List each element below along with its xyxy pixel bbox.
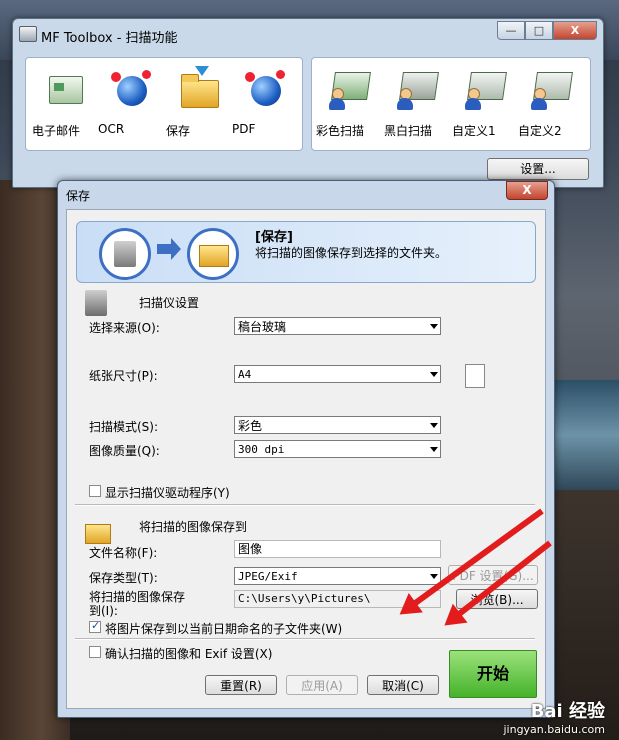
save-tool-label: 保存 — [166, 124, 191, 138]
ocr-tool-button[interactable]: OCR — [98, 68, 164, 144]
scanner-settings-title: 扫描仪设置 — [139, 296, 200, 310]
scanner-circle-icon — [99, 228, 151, 280]
minimize-button[interactable]: — — [497, 21, 525, 40]
close-button[interactable]: X — [553, 21, 597, 40]
paper-size-value: A4 — [238, 368, 252, 381]
pdf-tool-label: PDF — [232, 122, 256, 136]
custom1-label: 自定义1 — [452, 124, 496, 138]
dialog-title: 保存 — [66, 189, 91, 203]
custom2-label: 自定义2 — [518, 124, 562, 138]
scanner-settings-icon — [85, 290, 107, 316]
person-icon — [465, 88, 481, 110]
folder-icon — [199, 245, 229, 267]
bw-scan-label: 黑白扫描 — [384, 124, 433, 138]
source-select[interactable]: 稿台玻璃 — [234, 317, 441, 335]
image-quality-select[interactable]: 300 dpi — [234, 440, 441, 458]
bw-scan-button[interactable]: 黑白扫描 — [384, 68, 450, 144]
watermark-main: Bai 经验 — [530, 701, 605, 722]
person-icon — [397, 88, 413, 110]
save-section-title: 将扫描的图像保存到 — [139, 520, 248, 534]
desktop-water — [549, 380, 619, 490]
watermark-sub: jingyan.baidu.com — [503, 723, 605, 736]
save-folder-icon — [181, 74, 219, 108]
chevron-down-icon — [430, 574, 438, 579]
dialog-body: [保存] 将扫描的图像保存到选择的文件夹。 扫描仪设置 选择来源(O): 稿台玻… — [66, 209, 546, 709]
filename-label: 文件名称(F): — [89, 546, 158, 560]
filetype-value: JPEG/Exif — [238, 570, 298, 583]
section-divider — [75, 638, 535, 640]
app-icon — [19, 26, 37, 42]
email-tool-button[interactable]: 电子邮件 — [32, 68, 98, 144]
filename-input[interactable]: 图像 — [234, 540, 441, 558]
reset-button[interactable]: 重置(R) — [205, 675, 277, 695]
down-arrow-icon — [195, 66, 209, 76]
person-icon — [531, 88, 547, 110]
maximize-button[interactable]: □ — [525, 21, 553, 40]
pdf-icon — [245, 70, 285, 106]
scanner-icon — [114, 241, 136, 267]
save-dialog: 保存 X [保存] 将扫描的图像保存到选择的文件夹。 扫描仪设置 选择来源(O)… — [57, 180, 555, 718]
folder-circle-icon — [187, 228, 239, 280]
chevron-down-icon — [430, 447, 438, 452]
toolbox-title: MF Toolbox - 扫描功能 — [41, 31, 178, 46]
save-banner: [保存] 将扫描的图像保存到选择的文件夹。 — [76, 221, 536, 283]
settings-button[interactable]: 设置... — [487, 158, 589, 180]
pdf-tool-button[interactable]: PDF — [232, 68, 298, 144]
chevron-down-icon — [430, 324, 438, 329]
save-tool-button[interactable]: 保存 — [166, 66, 232, 144]
right-arrow-icon — [157, 238, 181, 260]
confirm-checkbox[interactable] — [89, 646, 101, 658]
scan-mode-select[interactable]: 彩色 — [234, 416, 441, 434]
page-orientation-icon — [465, 364, 485, 388]
scan-mode-label: 扫描模式(S): — [89, 420, 159, 434]
image-quality-value: 300 dpi — [238, 443, 285, 456]
scan-mode-group: 彩色扫描 黑白扫描 自定义1 自定义2 — [311, 57, 591, 151]
banner-title: [保存] — [255, 230, 293, 245]
source-label: 选择来源(O): — [89, 321, 160, 335]
toolbox-titlebar[interactable]: MF Toolbox - 扫描功能 — □ X — [13, 19, 603, 49]
save-location-folder-icon — [85, 524, 111, 544]
color-scan-label: 彩色扫描 — [316, 124, 365, 138]
mf-toolbox-window: MF Toolbox - 扫描功能 — □ X 电子邮件 OCR 保存 PDF … — [12, 18, 604, 188]
banner-description: 将扫描的图像保存到选择的文件夹。 — [255, 246, 448, 260]
color-scan-button[interactable]: 彩色扫描 — [316, 68, 382, 144]
savepath-label-line2: 到(I): — [89, 604, 118, 618]
paper-size-label: 纸张尺寸(P): — [89, 369, 158, 383]
email-tool-label: 电子邮件 — [32, 124, 81, 138]
filetype-select[interactable]: JPEG/Exif — [234, 567, 441, 585]
cancel-button[interactable]: 取消(C) — [367, 675, 439, 695]
source-value: 稿台玻璃 — [238, 320, 287, 334]
apply-button[interactable]: 应用(A) — [286, 675, 358, 695]
subfolder-label: 将图片保存到以当前日期命名的子文件夹(W) — [105, 622, 343, 636]
custom2-button[interactable]: 自定义2 — [518, 68, 584, 144]
watermark: Bai 经验 jingyan.baidu.com — [503, 697, 605, 736]
start-button[interactable]: 开始 — [449, 650, 537, 698]
scan-mode-value: 彩色 — [238, 419, 263, 433]
dialog-close-button[interactable]: X — [506, 181, 548, 200]
paper-size-select[interactable]: A4 — [234, 365, 441, 383]
show-driver-label: 显示扫描仪驱动程序(Y) — [105, 486, 230, 500]
confirm-label: 确认扫描的图像和 Exif 设置(X) — [105, 647, 273, 661]
subfolder-checkbox[interactable] — [89, 619, 101, 633]
chevron-down-icon — [430, 423, 438, 428]
person-icon — [329, 88, 345, 110]
email-icon — [49, 76, 83, 104]
custom1-button[interactable]: 自定义1 — [452, 68, 518, 144]
ocr-tool-label: OCR — [98, 122, 125, 136]
show-driver-checkbox[interactable] — [89, 485, 101, 497]
ocr-icon — [111, 70, 151, 106]
section-divider — [75, 504, 535, 506]
chevron-down-icon — [430, 372, 438, 377]
image-quality-label: 图像质量(Q): — [89, 444, 160, 458]
filetype-label: 保存类型(T): — [89, 571, 158, 585]
scan-destination-group: 电子邮件 OCR 保存 PDF — [25, 57, 303, 151]
